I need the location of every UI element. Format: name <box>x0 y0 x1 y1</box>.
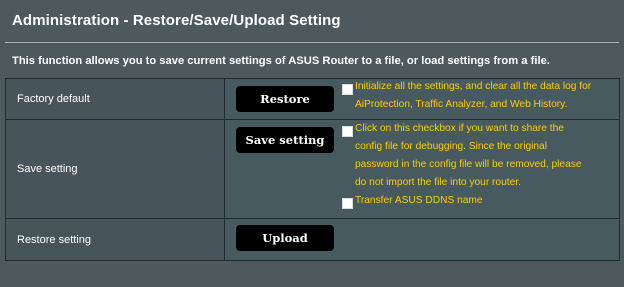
initialize-settings-text-line1: Initialize all the settings, and clear a… <box>355 81 592 92</box>
share-config-checkbox[interactable] <box>342 126 353 137</box>
transfer-ddns-checkbox[interactable] <box>342 198 353 209</box>
transfer-ddns-text: Transfer ASUS DDNS name <box>355 195 483 206</box>
save-setting-value-cell: Save setting Click on this checkbox if y… <box>224 119 620 219</box>
restore-save-upload-panel: Administration - Restore/Save/Upload Set… <box>0 0 624 287</box>
restore-setting-label: Restore setting <box>17 233 91 246</box>
restore-button[interactable]: Restore <box>236 86 334 112</box>
factory-default-row: Factory default Restore Initialize all t… <box>5 78 620 120</box>
restore-setting-row: Restore setting Upload <box>5 218 620 261</box>
factory-default-value-cell: Restore Initialize all the settings, and… <box>224 78 620 120</box>
page-title: Administration - Restore/Save/Upload Set… <box>12 12 341 29</box>
restore-setting-label-cell: Restore setting <box>5 218 225 261</box>
factory-default-label-cell: Factory default <box>5 78 225 120</box>
share-config-text-line3: password in the config file will be remo… <box>355 159 582 170</box>
share-config-text-line1: Click on this checkbox if you want to sh… <box>355 123 564 134</box>
share-config-text-line4: do not import the file into your router. <box>355 177 521 188</box>
title-divider <box>5 42 619 43</box>
initialize-settings-checkbox[interactable] <box>342 84 353 95</box>
save-setting-button[interactable]: Save setting <box>236 127 334 153</box>
save-setting-label-cell: Save setting <box>5 119 225 219</box>
factory-default-label: Factory default <box>17 93 90 105</box>
settings-table: Factory default Restore Initialize all t… <box>5 78 620 261</box>
share-config-text-line2: config file for debugging. Since the ori… <box>355 141 547 152</box>
initialize-settings-text-line2: AiProtection, Traffic Analyzer, and Web … <box>355 99 568 110</box>
upload-button[interactable]: Upload <box>236 225 334 251</box>
page-description: This function allows you to save current… <box>12 55 550 67</box>
save-setting-row: Save setting Save setting Click on this … <box>5 119 620 219</box>
restore-setting-value-cell: Upload <box>224 218 620 261</box>
save-setting-label: Save setting <box>17 163 78 175</box>
